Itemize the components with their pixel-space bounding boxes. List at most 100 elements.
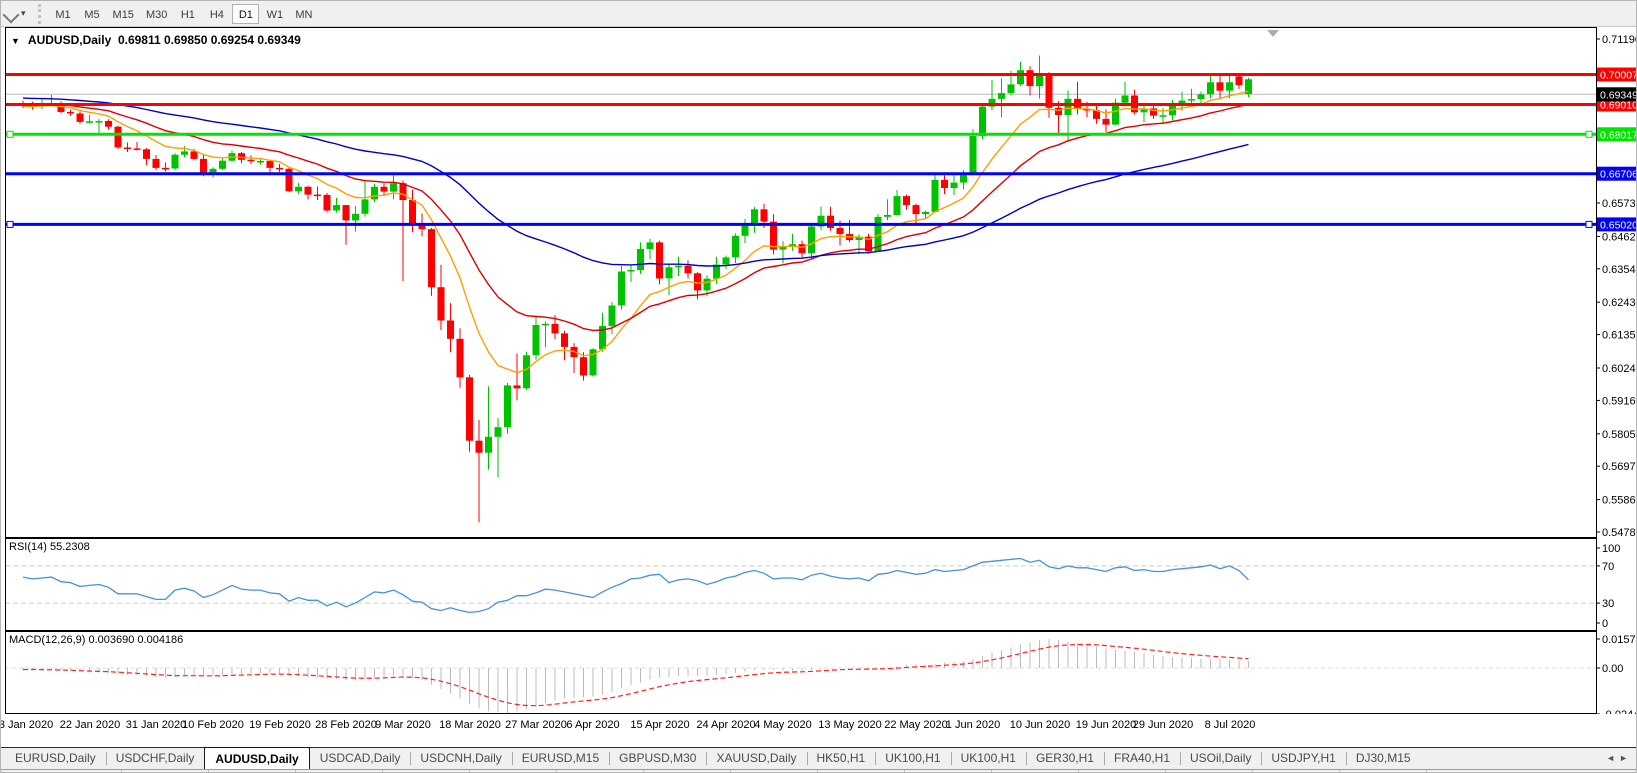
rsi-tick-label: 30: [1602, 598, 1614, 610]
tab-scroll-right-icon[interactable]: ►: [1619, 753, 1632, 763]
macd-tick-label: 0.015741: [1602, 634, 1637, 646]
timeframe-button-H4[interactable]: H4: [203, 4, 230, 24]
timeframe-button-group: M1M5M15M30H1H4D1W1MN: [49, 4, 319, 24]
date-tick-label: 6 Apr 2020: [566, 719, 619, 731]
hline-price-badge: 0.66706: [1597, 167, 1637, 181]
chart-tab-UK100-H1[interactable]: UK100,H1: [875, 748, 950, 769]
timeframe-button-MN[interactable]: MN: [290, 4, 317, 24]
chart-tab-USDCHF-Daily[interactable]: USDCHF,Daily: [106, 748, 205, 769]
date-tick-label: 19 Jun 2020: [1076, 719, 1137, 731]
macd-panel[interactable]: 0.0157410.00-0.02441 MACD(12,26,9) 0.003…: [1, 631, 1637, 714]
chart-tab-USOil-Daily[interactable]: USOil,Daily: [1180, 748, 1261, 769]
chart-tab-XAUUSD-Daily[interactable]: XAUUSD,Daily: [706, 748, 806, 769]
date-tick-label: 9 Mar 2020: [375, 719, 431, 731]
timeframe-button-H1[interactable]: H1: [174, 4, 201, 24]
chart-tool-icon[interactable]: [3, 6, 19, 22]
hline-price-badge: 0.65020: [1597, 217, 1637, 231]
chart-tab-UK100-H1[interactable]: UK100,H1: [951, 748, 1026, 769]
hline-handle[interactable]: [1586, 131, 1592, 137]
collapse-arrow-icon[interactable]: ▼: [11, 36, 20, 46]
date-tick-label: 29 Jun 2020: [1133, 719, 1194, 731]
date-tick-label: 1 Jun 2020: [946, 719, 1000, 731]
macd-background: [1, 631, 1637, 714]
price-tick-label: 0.71190: [1602, 34, 1637, 46]
timeframe-button-M15[interactable]: M15: [108, 4, 139, 24]
chart-tab-GBPUSD-M30[interactable]: GBPUSD,M30: [609, 748, 706, 769]
chart-ohlc: 0.69811 0.69850 0.69254 0.69349: [118, 33, 301, 47]
chart-tab-EURUSD-M15[interactable]: EURUSD,M15: [512, 748, 609, 769]
svg-text:0.65020: 0.65020: [1600, 219, 1637, 231]
time-axis[interactable]: 13 Jan 2020 22 Jan 2020 31 Jan 202010 Feb …: [1, 714, 1637, 747]
chart-tab-bar: EURUSD,DailyUSDCHF,DailyAUDUSD,DailyUSDC…: [1, 747, 1637, 769]
price-tick-label: 0.58050: [1602, 429, 1637, 441]
hline-handle[interactable]: [7, 131, 13, 137]
hline-price-badge: 0.70007: [1597, 68, 1637, 82]
date-tick-label: 10 Feb 2020: [182, 719, 244, 731]
timeframe-button-M30[interactable]: M30: [141, 4, 172, 24]
date-tick-label: 19 Feb 2020: [249, 719, 311, 731]
hline-handle[interactable]: [1586, 221, 1592, 227]
chart-tab-USDJPY-H1[interactable]: USDJPY,H1: [1261, 748, 1345, 769]
date-tick-label: 13 Jan 2020: [0, 719, 53, 731]
price-chart-canvas[interactable]: 0.711900.701100.690000.679200.668100.657…: [1, 27, 1637, 538]
price-tick-label: 0.63540: [1602, 264, 1637, 276]
dropdown-caret-icon[interactable]: ▾: [19, 8, 32, 19]
date-tick-label: 8 Jul 2020: [1205, 719, 1256, 731]
rsi-background: [1, 538, 1637, 631]
chart-tab-GER30-H1[interactable]: GER30,H1: [1026, 748, 1104, 769]
price-tick-label: 0.59160: [1602, 395, 1637, 407]
svg-text:0.69349: 0.69349: [1600, 89, 1637, 101]
chart-tab-USDCNH-Daily[interactable]: USDCNH,Daily: [410, 748, 511, 769]
timeframe-button-W1[interactable]: W1: [261, 4, 288, 24]
timeframe-button-M1[interactable]: M1: [50, 4, 77, 24]
date-tick-label: 22 May 2020: [884, 719, 948, 731]
rsi-label: RSI(14) 55.2308: [9, 541, 90, 553]
rsi-panel[interactable]: 100 70 30 0 RSI(14) 55.2308: [1, 538, 1637, 631]
chart-tab-USDCAD-Daily[interactable]: USDCAD,Daily: [310, 748, 411, 769]
macd-label: MACD(12,26,9) 0.003690 0.004186: [9, 634, 183, 646]
toolbar-drag-handle[interactable]: [38, 4, 43, 24]
chart-title: ▼ AUDUSD,Daily 0.69811 0.69850 0.69254 0.…: [11, 33, 301, 47]
tab-scroll-left-icon[interactable]: ◄: [1606, 753, 1619, 763]
chart-tab-FRA40-H1[interactable]: FRA40,H1: [1104, 748, 1180, 769]
date-tick-label: 13 May 2020: [818, 719, 882, 731]
rsi-tick-label: 70: [1602, 561, 1614, 573]
chart-tab-DJ30-M15[interactable]: DJ30,M15: [1346, 748, 1421, 769]
svg-text:0.68017: 0.68017: [1600, 129, 1637, 141]
chart-tab-EURUSD-Daily[interactable]: EURUSD,Daily: [5, 748, 106, 769]
date-tick-label: 24 Apr 2020: [696, 719, 755, 731]
rsi-canvas[interactable]: 100 70 30 0: [1, 538, 1637, 631]
price-tick-label: 0.56970: [1602, 461, 1637, 473]
date-tick-label: 10 Jun 2020: [1010, 719, 1071, 731]
mt4-window: ▾ M1M5M15M30H1H4D1W1MN 0.711900.701100.6…: [0, 0, 1637, 773]
svg-text:0.66706: 0.66706: [1600, 169, 1637, 181]
price-tick-label: 0.60240: [1602, 363, 1637, 375]
hline-price-badge: 0.68017: [1597, 127, 1637, 141]
chart-tab-AUDUSD-Daily[interactable]: AUDUSD,Daily: [204, 747, 309, 769]
date-tick-label: 18 Mar 2020: [439, 719, 501, 731]
macd-tick-label: 0.00: [1602, 663, 1623, 675]
date-tick-label: 15 Apr 2020: [630, 719, 689, 731]
date-tick-label: 22 Jan 2020: [60, 719, 121, 731]
date-tick-label: 27 Mar 2020: [505, 719, 567, 731]
date-tick-label: 28 Feb 2020: [315, 719, 377, 731]
timeframe-button-D1[interactable]: D1: [232, 4, 259, 24]
rsi-tick-label: 0: [1602, 618, 1608, 630]
toolbar: ▾ M1M5M15M30H1H4D1W1MN: [1, 1, 1637, 27]
price-tick-label: 0.62430: [1602, 297, 1637, 309]
date-tick-label: 4 May 2020: [754, 719, 811, 731]
chart-symbol: AUDUSD,Daily: [28, 33, 111, 47]
price-tick-label: 0.55860: [1602, 495, 1637, 507]
price-tick-label: 0.61350: [1602, 330, 1637, 342]
price-tick-label: 0.64620: [1602, 231, 1637, 243]
rsi-tick-label: 100: [1602, 543, 1620, 555]
chart-tab-HK50-H1[interactable]: HK50,H1: [807, 748, 876, 769]
price-tick-label: 0.65730: [1602, 198, 1637, 210]
svg-text:0.70007: 0.70007: [1600, 70, 1637, 82]
price-chart-panel[interactable]: 0.711900.701100.690000.679200.668100.657…: [1, 27, 1637, 538]
hline-handle[interactable]: [7, 221, 13, 227]
timeframe-button-M5[interactable]: M5: [79, 4, 106, 24]
date-tick-label: 31 Jan 2020: [126, 719, 187, 731]
status-strip: [1, 769, 1637, 773]
macd-canvas[interactable]: 0.0157410.00-0.02441: [1, 631, 1637, 717]
